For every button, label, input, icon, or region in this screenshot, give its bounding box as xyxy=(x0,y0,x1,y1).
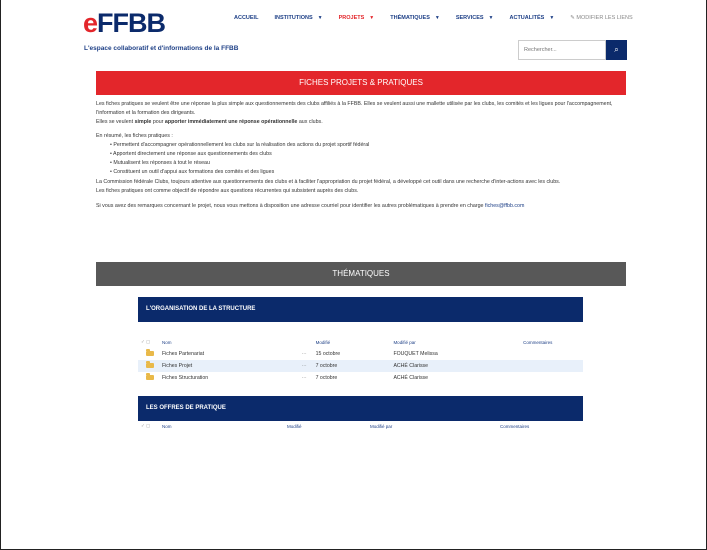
row-name-link[interactable]: Fiches Structuration xyxy=(162,375,302,381)
chevron-down-icon: ▼ xyxy=(488,15,494,21)
chevron-down-icon: ▼ xyxy=(434,15,440,21)
list-header: ✓ ▢ Nom Modifié Modifié par Commentaires xyxy=(138,420,583,432)
intro-p2-b: simple xyxy=(134,118,152,125)
column-modified[interactable]: Modifié xyxy=(287,424,370,429)
row-modified-by[interactable]: ACHÉ Clarisse xyxy=(393,363,523,369)
more-options-icon[interactable]: ⋯ xyxy=(302,363,316,369)
row-modified-by[interactable]: ACHÉ Clarisse xyxy=(393,375,523,381)
row-modified: 15 octobre xyxy=(315,351,341,357)
nav-accueil[interactable]: ACCUEIL xyxy=(234,15,258,21)
fiches-banner: FICHES PROJETS & PRATIQUES xyxy=(96,71,626,95)
intro-p2-d: apporter immédiatement une réponse opéra… xyxy=(164,118,298,125)
nav-thematiques-label: THÉMATIQUES xyxy=(390,15,430,21)
nav-institutions-label: INSTITUTIONS xyxy=(274,15,313,21)
summary-item: Mutualisent les réponses à tout le résea… xyxy=(110,159,626,168)
chevron-down-icon: ▼ xyxy=(369,15,375,21)
column-comments[interactable]: Commentaires xyxy=(523,340,583,345)
folder-icon xyxy=(145,373,154,380)
summary-list: Permettent d'accompagner opérationnellem… xyxy=(110,141,626,176)
row-name-link[interactable]: Fiches Partenariat xyxy=(162,351,302,357)
table-row[interactable]: Fiches Structuration ⋯ 7 octobre ACHÉ Cl… xyxy=(138,372,583,384)
effbb-logo[interactable]: eFFBB xyxy=(83,8,166,39)
intro-paragraph-3: La Commission fédérale Clubs, toujours a… xyxy=(96,179,561,186)
list-header: ✓ ▢ Nom Modifié Modifié par Commentaires xyxy=(138,336,583,348)
search-input[interactable] xyxy=(518,40,606,60)
folder-icon xyxy=(145,349,154,356)
logo-e: e xyxy=(83,8,98,38)
nav-actualites-label: ACTUALITÉS xyxy=(509,15,545,21)
intro-p5-text: Si vous avez des remarques concernant le… xyxy=(96,202,484,209)
intro-p2-e: aux clubs. xyxy=(297,118,323,125)
intro-content: Les fiches pratiques se veulent être une… xyxy=(96,100,626,211)
row-modified: 7 octobre xyxy=(315,375,338,381)
nav-projets-label: PROJETS xyxy=(338,15,365,21)
summary-item: Constituent un outil d'appui aux formati… xyxy=(110,168,626,177)
file-type-icon: ▢ xyxy=(145,339,151,344)
document-list-offres: ✓ ▢ Nom Modifié Modifié par Commentaires xyxy=(138,420,583,432)
column-comments[interactable]: Commentaires xyxy=(500,424,560,429)
summary-title: En résumé, les fiches pratiques : xyxy=(96,133,173,140)
section-header-offres: LES OFFRES DE PRATIQUE xyxy=(138,396,583,421)
column-modified-by[interactable]: Modifié par xyxy=(393,340,523,345)
logo-ffbb: FFBB xyxy=(97,8,166,38)
nav-services-label: SERVICES xyxy=(455,15,484,21)
site-tagline: L'espace collaboratif et d'informations … xyxy=(84,45,239,52)
chevron-down-icon: ▼ xyxy=(317,15,323,21)
nav-institutions[interactable]: INSTITUTIONS ▼ xyxy=(274,15,322,21)
row-name-link[interactable]: Fiches Projet xyxy=(162,363,302,369)
nav-services[interactable]: SERVICES ▼ xyxy=(456,15,494,21)
folder-icon xyxy=(145,361,154,368)
email-link[interactable]: fiches@ffbb.com xyxy=(485,203,524,209)
more-options-icon[interactable]: ⋯ xyxy=(302,375,316,381)
row-modified-by[interactable]: FOUQUET Melissa xyxy=(393,351,523,357)
intro-p2-a: Elles se veulent xyxy=(96,118,135,125)
intro-paragraph-1: Les fiches pratiques se veulent être une… xyxy=(96,101,613,116)
table-row[interactable]: Fiches Projet ⋯ 7 octobre ACHÉ Clarisse xyxy=(138,360,583,372)
more-options-icon[interactable]: ⋯ xyxy=(302,351,316,357)
document-list-organisation: ✓ ▢ Nom Modifié Modifié par Commentaires… xyxy=(138,336,583,384)
file-type-icon: ▢ xyxy=(146,423,151,428)
intro-paragraph-4: Les fiches pratiques ont comme objectif … xyxy=(96,188,359,195)
chevron-down-icon: ▼ xyxy=(549,15,555,21)
column-name[interactable]: Nom xyxy=(162,340,302,345)
edit-links-button[interactable]: ✎ MODIFIER LES LIENS xyxy=(570,15,632,21)
select-all-checkbox[interactable]: ✓ xyxy=(138,339,146,345)
nav-actualites[interactable]: ACTUALITÉS ▼ xyxy=(510,15,555,21)
intro-p2-c: pour xyxy=(151,118,165,125)
select-all-checkbox[interactable]: ✓ xyxy=(138,423,146,429)
search-button[interactable]: ⌕ xyxy=(606,40,627,60)
intro-paragraph-2: Elles se veulent simple pour apporter im… xyxy=(96,118,626,127)
search-icon: ⌕ xyxy=(614,45,619,54)
summary-item: Apportent directement une réponse aux qu… xyxy=(110,150,626,159)
column-modified[interactable]: Modifié xyxy=(316,340,394,345)
nav-projets[interactable]: PROJETS ▼ xyxy=(339,15,375,21)
section-header-organisation: L'ORGANISATION DE LA STRUCTURE xyxy=(138,297,583,322)
thematiques-banner: THÉMATIQUES xyxy=(96,262,626,286)
row-modified: 7 octobre xyxy=(315,363,338,369)
column-name[interactable]: Nom xyxy=(162,424,287,429)
nav-accueil-label: ACCUEIL xyxy=(234,15,259,21)
table-row[interactable]: Fiches Partenariat ⋯ 15 octobre FOUQUET … xyxy=(138,348,583,360)
column-modified-by[interactable]: Modifié par xyxy=(370,424,500,429)
nav-thematiques[interactable]: THÉMATIQUES ▼ xyxy=(390,15,440,21)
top-nav: ACCUEIL INSTITUTIONS ▼ PROJETS ▼ THÉMATIQU… xyxy=(234,15,633,21)
intro-paragraph-5: Si vous avez des remarques concernant le… xyxy=(96,202,626,211)
summary-item: Permettent d'accompagner opérationnellem… xyxy=(110,141,626,150)
